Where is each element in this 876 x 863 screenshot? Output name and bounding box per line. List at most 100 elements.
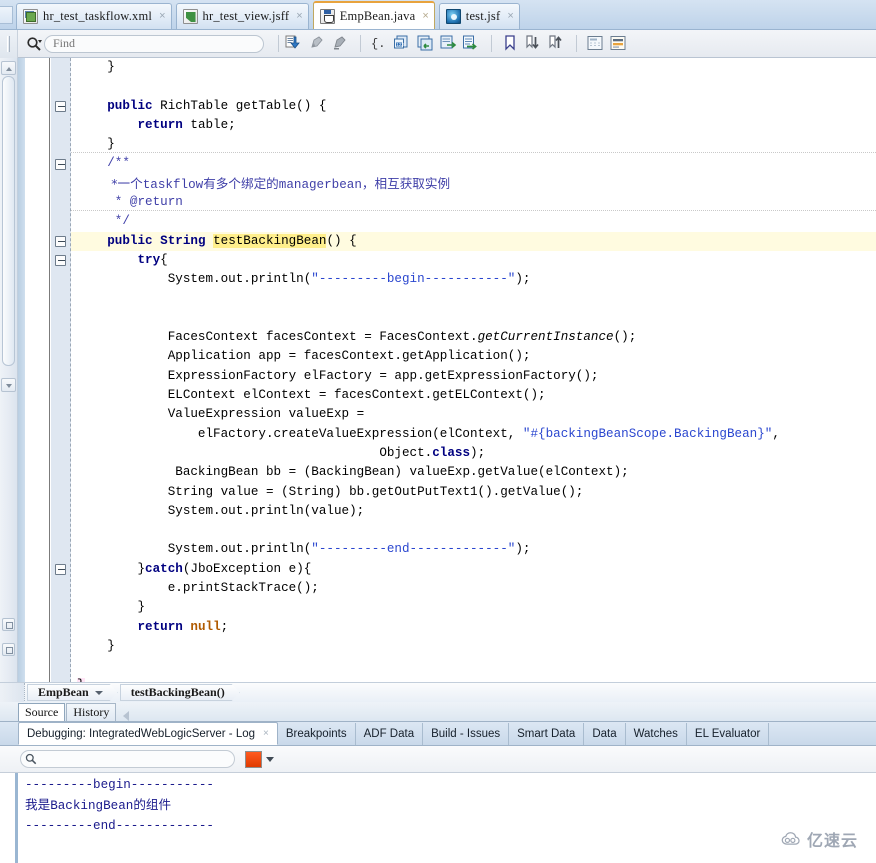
splitter-button-bottom[interactable] [2, 643, 15, 656]
breadcrumb-method[interactable]: testBackingBean() [120, 684, 240, 701]
show-next-error-icon[interactable] [285, 34, 305, 54]
breadcrumb-rail [0, 682, 25, 703]
fold-toggle-icon[interactable] [55, 235, 66, 247]
scroll-left-icon[interactable] [123, 711, 130, 721]
editor-tab-1[interactable]: hr_test_view.jsff × [175, 3, 309, 29]
breadcrumb-class[interactable]: EmpBean [27, 684, 118, 701]
code-token: */ [107, 214, 130, 229]
code-block-icon[interactable]: {..} [370, 34, 390, 54]
editor-gutter[interactable] [25, 58, 50, 682]
log-tab-label: Smart Data [517, 728, 576, 740]
breadcrumb-class-label: EmpBean [38, 685, 89, 699]
surround-with-icon[interactable] [416, 34, 436, 54]
remove-highlight-icon[interactable] [331, 34, 351, 54]
toolbar-separator-1 [278, 35, 279, 52]
log-tab-label: Debugging: IntegratedWebLogicServer - Lo… [27, 727, 256, 740]
fold-toggle-icon[interactable] [55, 158, 66, 170]
refactor-rename-icon[interactable]: 123 [393, 34, 413, 54]
tab-bar-left-stub[interactable] [0, 6, 13, 24]
code-line: System.out.println("---------end--------… [71, 540, 876, 559]
code-token: System.out.println( [167, 542, 312, 557]
log-tab-1[interactable]: Breakpoints [278, 723, 356, 745]
scroll-down-button[interactable] [1, 378, 16, 392]
code-token: { [160, 252, 168, 267]
close-icon[interactable]: × [422, 10, 428, 22]
code-line: System.out.println(value); [71, 502, 876, 521]
next-bookmark-icon[interactable] [524, 34, 544, 54]
export-icon[interactable] [439, 34, 459, 54]
editor-left-scrollbar[interactable] [0, 58, 18, 682]
code-token: System.out.println( [167, 272, 312, 287]
bookmark-icon[interactable] [501, 34, 521, 54]
close-icon[interactable]: × [507, 11, 513, 22]
jsff-file-icon [182, 9, 198, 24]
close-icon[interactable]: × [263, 728, 269, 739]
code-token: *一个 [107, 175, 143, 191]
editor-tab-2[interactable]: EmpBean.java × [312, 1, 435, 29]
fold-toggle-icon[interactable] [55, 563, 66, 575]
log-tab-5[interactable]: Data [584, 723, 626, 745]
code-token: } [107, 137, 115, 152]
log-tab-0[interactable]: Debugging: IntegratedWebLogicServer - Lo… [18, 722, 278, 745]
code-token: /** [107, 156, 130, 171]
code-line: } [71, 637, 876, 656]
log-search-input[interactable] [20, 750, 235, 768]
fold-toggle-icon[interactable] [55, 255, 66, 266]
log-output-area[interactable]: ---------begin----------- 我是BackingBean的组… [0, 773, 876, 863]
highlight-icon[interactable] [308, 34, 328, 54]
editor-tab-label: hr_test_view.jsff [202, 9, 290, 23]
close-icon[interactable]: × [159, 11, 165, 22]
toolbar-separator-4 [576, 35, 577, 52]
code-token: null [190, 619, 221, 634]
code-token: Application app = facesContext.getApplic… [167, 349, 531, 364]
editor-tab-0[interactable]: hr_test_taskflow.xml × [16, 3, 172, 29]
code-token: class [432, 445, 471, 460]
scroll-up-button[interactable] [1, 61, 16, 75]
log-tab-2[interactable]: ADF Data [356, 723, 424, 745]
code-token: return [137, 117, 183, 132]
scroll-thumb[interactable] [2, 76, 15, 366]
code-token: 有多个绑定的 [203, 175, 279, 191]
log-segment: BackingBean [50, 799, 134, 814]
code-token: ，相互获取实例 [361, 175, 451, 191]
toggle-status-icon[interactable] [609, 34, 629, 54]
source-tab-history[interactable]: History [66, 703, 117, 721]
code-token: String value = (String) bb.getOutPutText… [167, 484, 584, 499]
code-token: RichTable getTable() { [152, 98, 327, 113]
log-tab-6[interactable]: Watches [626, 723, 687, 745]
code-line: public String testBackingBean() { [71, 231, 876, 251]
code-editor[interactable]: } public RichTable getTable() { return t… [0, 58, 876, 682]
code-line: elFactory.createValueExpression(elContex… [71, 425, 876, 444]
previous-bookmark-icon[interactable] [547, 34, 567, 54]
source-history-tabbar: Source History [0, 702, 876, 722]
toggle-panel-icon[interactable] [586, 34, 606, 54]
code-assist-icon[interactable] [462, 34, 482, 54]
search-icon[interactable] [24, 34, 44, 54]
editor-tab-3[interactable]: test.jsf × [438, 3, 520, 29]
log-tab-7[interactable]: EL Evaluator [687, 723, 770, 745]
code-line: System.out.println("---------begin------… [71, 270, 876, 289]
find-input[interactable] [44, 34, 264, 53]
chevron-down-icon[interactable] [266, 756, 274, 762]
log-color-swatch-button[interactable] [245, 750, 262, 768]
code-token: elFactory.createValueExpression(elContex… [197, 426, 523, 441]
toolbar-grip[interactable] [0, 29, 18, 58]
close-icon[interactable]: × [296, 11, 302, 22]
code-token: managerbean [278, 177, 362, 192]
log-tab-label: EL Evaluator [694, 728, 761, 740]
source-tab-source[interactable]: Source [18, 703, 66, 721]
splitter-button-top[interactable] [2, 618, 15, 631]
log-tab-3[interactable]: Build - Issues [423, 723, 510, 745]
code-line: String value = (String) bb.getOutPutText… [71, 483, 876, 502]
chevron-down-icon[interactable] [95, 691, 103, 695]
code-line: try{ [71, 251, 876, 270]
code-token: , [772, 426, 780, 441]
code-token: } [137, 561, 146, 576]
fold-toggle-icon[interactable] [55, 100, 66, 112]
editor-fold-column[interactable] [51, 58, 71, 682]
code-token: BackingBean bb = (BackingBean) valueExp.… [167, 465, 629, 480]
log-tab-4[interactable]: Smart Data [509, 723, 585, 745]
